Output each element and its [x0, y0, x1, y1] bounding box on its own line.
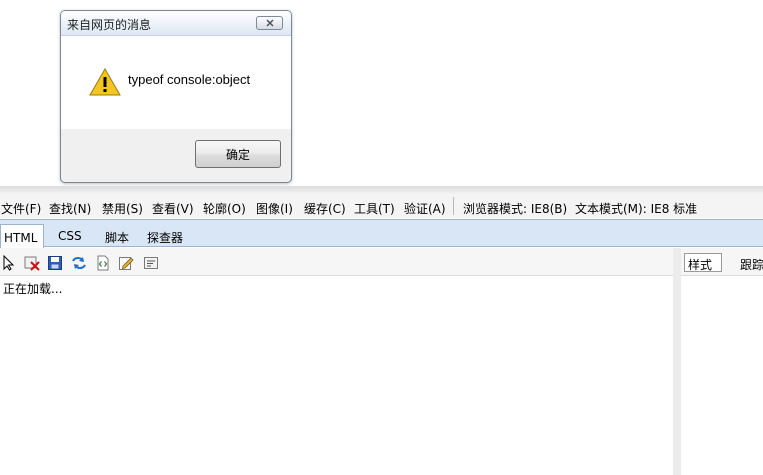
- devtools-menubar: 文件(F) 查找(N) 禁用(S) 查看(V) 轮廓(O) 图像(I) 缓存(C…: [0, 194, 763, 218]
- dialog-titlebar[interactable]: 来自网页的消息: [61, 11, 291, 36]
- pane-splitter[interactable]: [673, 248, 681, 475]
- menu-view[interactable]: 查看(V): [152, 200, 194, 217]
- clear-icon[interactable]: [24, 255, 40, 271]
- menu-images[interactable]: 图像(I): [256, 200, 293, 217]
- menu-document-mode[interactable]: 文本模式(M): IE8 标准: [575, 200, 697, 217]
- warning-icon: [89, 68, 121, 96]
- dialog-title: 来自网页的消息: [67, 18, 152, 32]
- menu-validate[interactable]: 验证(A): [404, 200, 446, 217]
- devtools-resize-border[interactable]: [0, 186, 763, 194]
- tab-html[interactable]: HTML: [0, 224, 44, 248]
- menu-separator: [453, 197, 454, 215]
- save-icon[interactable]: [47, 255, 63, 271]
- tab-style[interactable]: 样式: [684, 253, 722, 272]
- alert-dialog: 来自网页的消息 typeof console:object 确定: [60, 10, 292, 183]
- tab-trace[interactable]: 跟踪: [740, 256, 763, 273]
- tab-script[interactable]: 脚本: [105, 229, 129, 246]
- refresh-icon[interactable]: [71, 255, 87, 271]
- loading-text: 正在加载...: [3, 282, 63, 296]
- tab-css[interactable]: CSS: [58, 229, 82, 243]
- dialog-body: typeof console:object: [61, 36, 291, 129]
- edit-icon[interactable]: [118, 255, 134, 271]
- menu-find[interactable]: 查找(N): [49, 200, 91, 217]
- tab-html-label: HTML: [4, 231, 38, 245]
- dialog-close-button[interactable]: [256, 16, 283, 30]
- menu-cache[interactable]: 缓存(C): [304, 200, 346, 217]
- select-pointer-icon[interactable]: [1, 255, 17, 271]
- close-icon: [266, 19, 274, 27]
- html-tree-pane[interactable]: 正在加载...: [0, 276, 673, 475]
- source-icon[interactable]: [95, 255, 111, 271]
- menu-tools[interactable]: 工具(T): [354, 200, 395, 217]
- right-panel-tabs: 样式 跟踪: [681, 248, 763, 276]
- tab-profiler[interactable]: 探查器: [147, 229, 183, 246]
- menu-file[interactable]: 文件(F): [1, 200, 41, 217]
- style-pane[interactable]: [681, 276, 763, 475]
- menu-browser-mode[interactable]: 浏览器模式: IE8(B): [463, 200, 567, 217]
- dialog-message: typeof console:object: [128, 72, 251, 87]
- ok-button[interactable]: 确定: [195, 140, 281, 168]
- menu-disable[interactable]: 禁用(S): [102, 200, 143, 217]
- html-toolbar: [0, 248, 673, 276]
- devtools-tabbar: CSS 脚本 探查器: [0, 219, 763, 247]
- menu-outline[interactable]: 轮廓(O): [203, 200, 246, 217]
- word-wrap-icon[interactable]: [143, 255, 159, 271]
- tab-style-label: 样式: [688, 258, 713, 272]
